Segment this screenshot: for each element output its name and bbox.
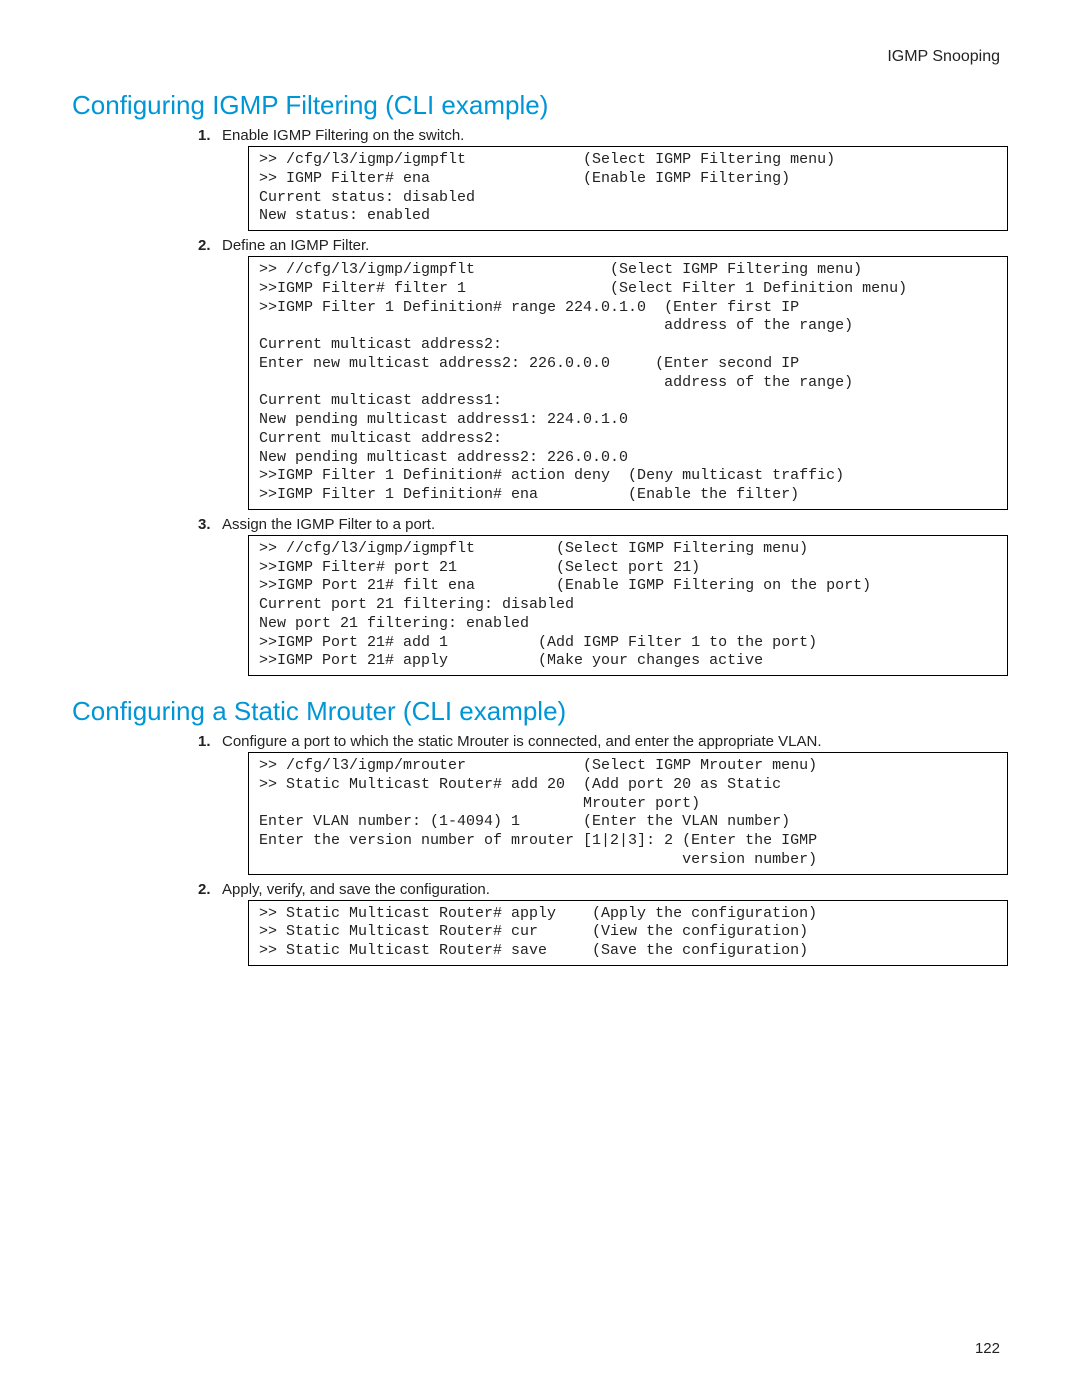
s2-step1-text: Configure a port to which the static Mro… — [198, 733, 1008, 750]
step3-codebox: >> //cfg/l3/igmp/igmpflt (Select IGMP Fi… — [248, 535, 1008, 676]
step3-text: Assign the IGMP Filter to a port. — [198, 516, 1008, 533]
page-number: 122 — [975, 1340, 1000, 1357]
section1-steps: Enable IGMP Filtering on the switch. >> … — [72, 127, 1008, 676]
step1-codebox: >> /cfg/l3/igmp/igmpflt (Select IGMP Fil… — [248, 146, 1008, 231]
section2-steps: Configure a port to which the static Mro… — [72, 733, 1008, 966]
s2-step2-codebox: >> Static Multicast Router# apply (Apply… — [248, 900, 1008, 966]
step2-text: Define an IGMP Filter. — [198, 237, 1008, 254]
section-heading-igmp-filtering: Configuring IGMP Filtering (CLI example) — [72, 90, 1008, 121]
chapter-label: IGMP Snooping — [72, 48, 1008, 66]
step1-text: Enable IGMP Filtering on the switch. — [198, 127, 1008, 144]
step2-codebox: >> //cfg/l3/igmp/igmpflt (Select IGMP Fi… — [248, 256, 1008, 510]
section-heading-static-mrouter: Configuring a Static Mrouter (CLI exampl… — [72, 696, 1008, 727]
s2-step2-text: Apply, verify, and save the configuratio… — [198, 881, 1008, 898]
s2-step1-codebox: >> /cfg/l3/igmp/mrouter (Select IGMP Mro… — [248, 752, 1008, 875]
